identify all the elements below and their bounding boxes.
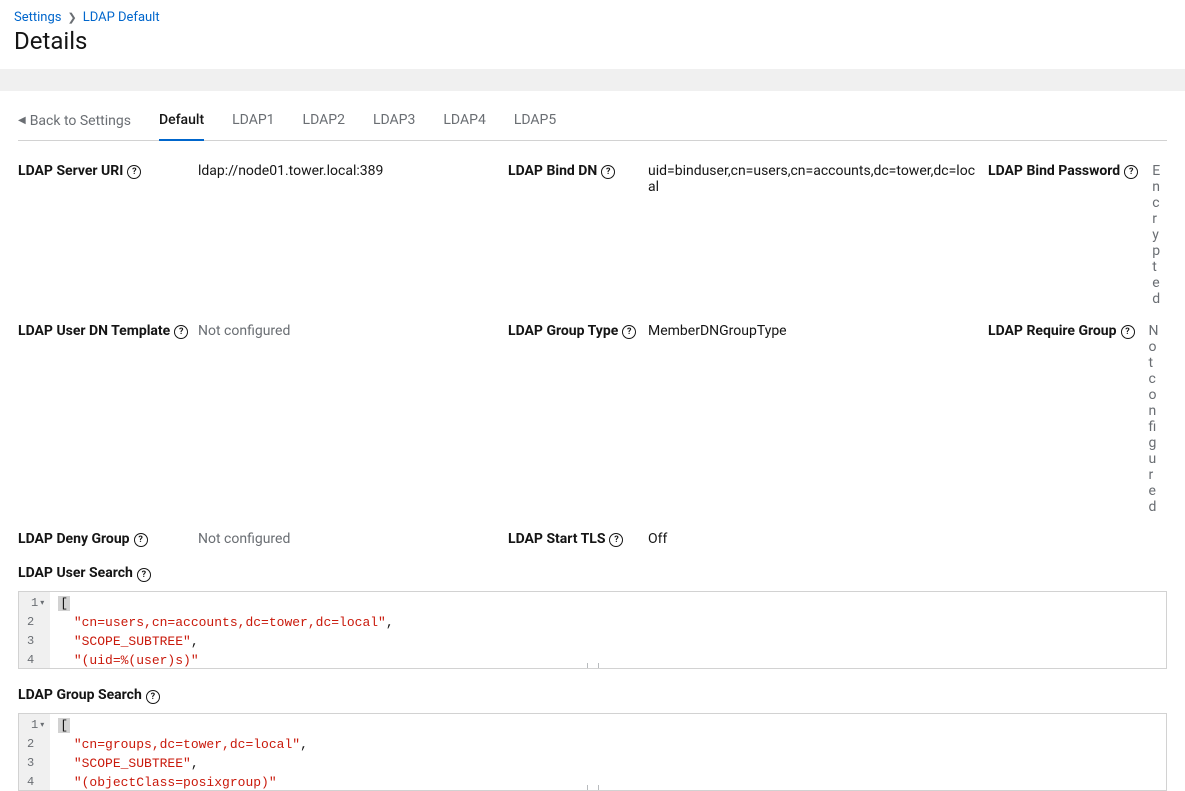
tab-default[interactable]: Default [159,101,204,141]
back-to-settings-link[interactable]: ◀ Back to Settings [18,113,131,129]
help-icon[interactable]: ? [601,165,615,179]
tab-ldap3[interactable]: LDAP3 [373,101,415,141]
label-ldap-group-type: LDAP Group Type ? [508,323,648,515]
chevron-right-icon: ❯ [67,11,76,24]
tab-ldap4[interactable]: LDAP4 [443,101,485,141]
help-icon[interactable]: ? [134,533,148,547]
help-icon[interactable]: ? [1121,325,1135,339]
fold-marker-icon[interactable]: ▾ [40,716,44,735]
resize-handle-icon[interactable] [587,663,599,669]
gutter-line: 4 [27,773,44,791]
value-ldap-group-type: MemberDNGroupType [648,323,988,515]
gutter-line: 3 [27,754,44,773]
help-icon[interactable]: ? [1124,165,1138,179]
gutter-line: 1▾ [27,716,44,735]
gutter-line: 1▾ [27,594,44,613]
gutter-line: 2 [27,735,44,754]
breadcrumb: Settings ❯ LDAP Default [14,10,1171,25]
value-ldap-user-dn-template: Not configured [198,323,508,515]
code-editor-user-search[interactable]: 1▾234 [ "cn=users,cn=accounts,dc=tower,d… [18,591,1167,669]
gutter-line: 4 [27,651,44,669]
page-title: Details [14,27,1171,55]
back-label: Back to Settings [30,113,131,129]
help-icon[interactable]: ? [137,568,151,582]
label-ldap-bind-dn: LDAP Bind DN ? [508,163,648,307]
help-icon[interactable]: ? [174,325,188,339]
value-ldap-deny-group: Not configured [198,531,508,547]
code-line: "(uid=%(user)s)" [58,651,1158,669]
label-ldap-user-dn-template: LDAP User DN Template ? [18,323,198,515]
label-ldap-bind-password: LDAP Bind Password ? [988,163,1138,307]
breadcrumb-current-link[interactable]: LDAP Default [83,10,160,25]
code-line: "cn=users,cn=accounts,dc=tower,dc=local"… [58,613,1158,632]
value-ldap-require-group: Not configured [1149,323,1171,515]
breadcrumb-root-link[interactable]: Settings [14,10,61,25]
chevron-left-icon: ◀ [18,115,26,126]
code-line: "SCOPE_SUBTREE", [58,754,1158,773]
label-ldap-server-uri: LDAP Server URI ? [18,163,198,307]
value-ldap-start-tls: Off [648,531,988,547]
gutter-line: 3 [27,632,44,651]
label-ldap-require-group: LDAP Require Group ? [988,323,1135,515]
code-editor-group-search[interactable]: 1▾234 [ "cn=groups,dc=tower,dc=local", "… [18,713,1167,791]
tab-ldap1[interactable]: LDAP1 [232,101,274,141]
value-ldap-bind-password: Encrypted [1152,163,1172,307]
fold-marker-icon[interactable]: ▾ [40,594,44,613]
help-icon[interactable]: ? [127,165,141,179]
code-line: "cn=groups,dc=tower,dc=local", [58,735,1158,754]
help-icon[interactable]: ? [609,533,623,547]
tabs-row: ◀ Back to Settings Default LDAP1 LDAP2 LDAP… [18,101,1167,141]
code-line: "(objectClass=posixgroup)" [58,773,1158,791]
label-ldap-user-search: LDAP User Search ? [18,565,1167,581]
resize-handle-icon[interactable] [587,785,599,791]
gutter-line: 2 [27,613,44,632]
tab-ldap5[interactable]: LDAP5 [514,101,556,141]
label-ldap-start-tls: LDAP Start TLS ? [508,531,648,547]
code-line: "SCOPE_SUBTREE", [58,632,1158,651]
label-ldap-deny-group: LDAP Deny Group ? [18,531,198,547]
help-icon[interactable]: ? [146,690,160,704]
spacer [0,69,1185,91]
value-ldap-server-uri: ldap://node01.tower.local:389 [198,163,508,307]
help-icon[interactable]: ? [622,325,636,339]
value-ldap-bind-dn: uid=binduser,cn=users,cn=accounts,dc=tow… [648,163,988,307]
code-line: [ [58,716,1158,735]
label-ldap-group-search: LDAP Group Search ? [18,687,1167,703]
tab-ldap2[interactable]: LDAP2 [303,101,345,141]
code-line: [ [58,594,1158,613]
